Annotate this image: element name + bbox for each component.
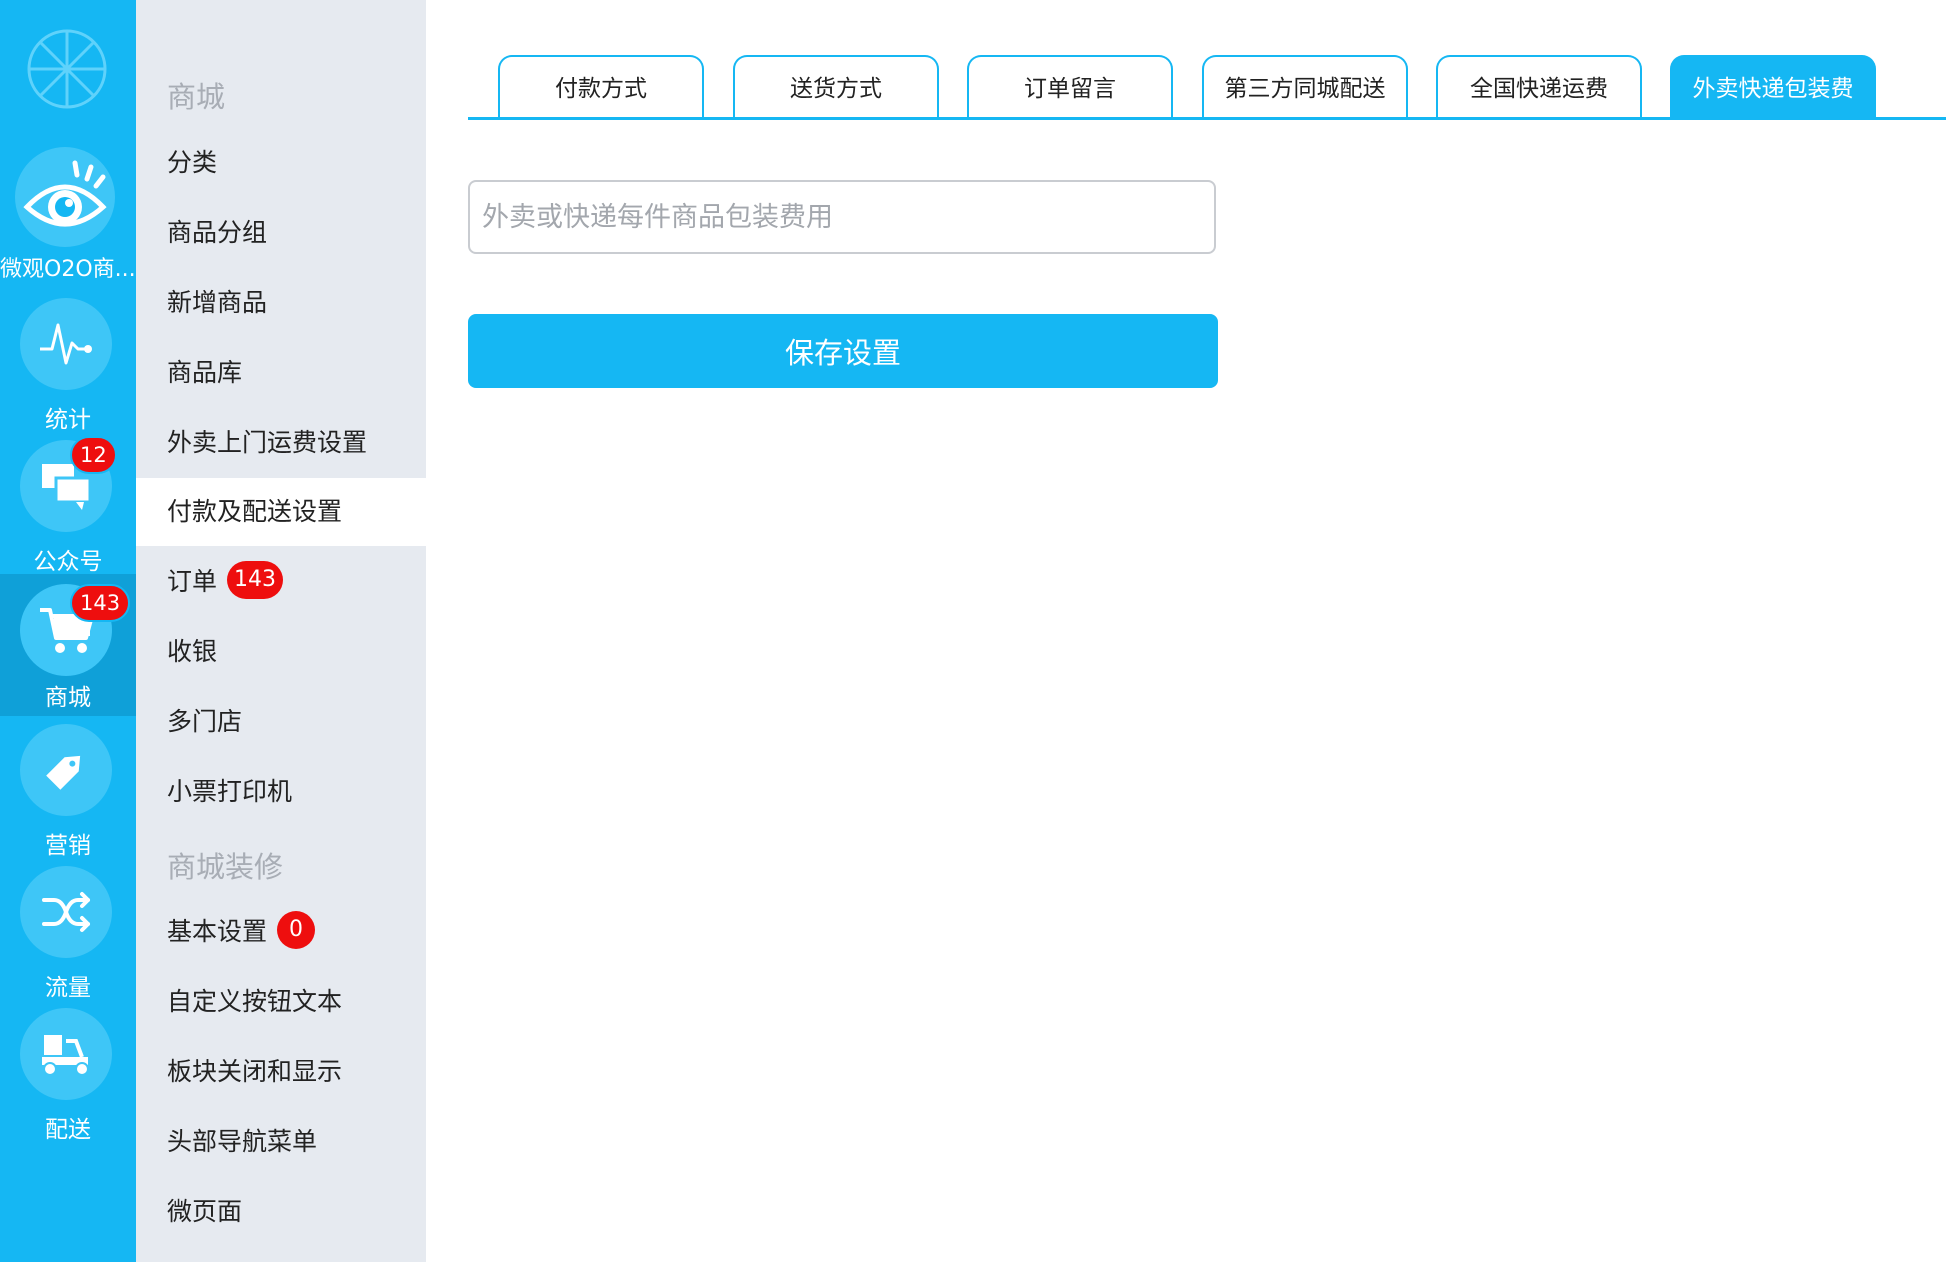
mall-menu: 商城 分类 商品分组 新增商品 商品库 外卖上门运费设置 付款及配送设置 订单 1…	[136, 0, 426, 1262]
rail-marketing-label: 营销	[45, 833, 91, 859]
tag-icon	[46, 755, 81, 790]
menu-item-header-nav[interactable]: 头部导航菜单	[136, 1108, 426, 1176]
eye-icon	[23, 160, 107, 227]
rail-stats-label: 统计	[45, 407, 91, 433]
tab-packaging-fee[interactable]: 外卖快递包装费	[1670, 55, 1876, 117]
rail-item-mall[interactable]: 143 商城	[0, 574, 136, 716]
rail-item-traffic[interactable]: 流量	[0, 866, 136, 1008]
menu-item-takeout-shipping[interactable]: 外卖上门运费设置	[136, 409, 426, 477]
basic-settings-badge: 0	[277, 911, 316, 949]
shuffle-icon	[42, 892, 90, 932]
menu-item-cashier[interactable]: 收银	[136, 618, 426, 686]
rail-item-official-account[interactable]: 12 公众号	[0, 436, 136, 582]
menu-item-basic-settings-label: 基本设置	[167, 917, 268, 946]
rail-stats-circle	[20, 298, 112, 390]
rail-marketing-circle	[20, 724, 112, 816]
pulse-icon	[40, 323, 92, 365]
packaging-fee-input[interactable]	[468, 180, 1216, 254]
menu-item-orders-label: 订单	[167, 567, 218, 596]
tab-national-express-fee[interactable]: 全国快递运费	[1436, 55, 1642, 117]
menu-section-decoration: 商城装修	[167, 850, 284, 884]
scooter-icon	[42, 1035, 89, 1076]
rail-app-label: 微观O2O商...	[0, 257, 136, 282]
tab-third-party-local-delivery[interactable]: 第三方同城配送	[1202, 55, 1408, 117]
tab-payment-method[interactable]: 付款方式	[498, 55, 704, 117]
icon-rail: 微观O2O商... 统计 12 公众号 143 商城 营销 流量 配送	[0, 0, 136, 1262]
rail-item-stats[interactable]: 统计	[0, 298, 136, 440]
rail-item-marketing[interactable]: 营销	[0, 724, 136, 866]
menu-item-micro-page[interactable]: 微页面	[136, 1178, 426, 1246]
menu-item-multi-store[interactable]: 多门店	[136, 688, 426, 756]
rail-traffic-label: 流量	[45, 975, 91, 1001]
rail-traffic-circle	[20, 866, 112, 958]
menu-item-category[interactable]: 分类	[136, 129, 426, 197]
save-settings-button[interactable]: 保存设置	[468, 314, 1218, 388]
menu-item-payment-delivery[interactable]: 付款及配送设置	[136, 478, 426, 546]
tabs-underline	[468, 117, 1946, 120]
rail-delivery-circle	[20, 1008, 112, 1100]
rail-app-item[interactable]: 微观O2O商...	[0, 147, 136, 289]
menu-item-add-product[interactable]: 新增商品	[136, 269, 426, 337]
rail-mall-label: 商城	[45, 685, 91, 711]
menu-section-mall: 商城	[167, 80, 226, 114]
rail-official-label: 公众号	[33, 549, 103, 575]
menu-item-block-visibility[interactable]: 板块关闭和显示	[136, 1038, 426, 1106]
menu-item-custom-button-text[interactable]: 自定义按钮文本	[136, 968, 426, 1036]
rail-delivery-label: 配送	[45, 1117, 91, 1143]
menu-item-product-group[interactable]: 商品分组	[136, 199, 426, 267]
app-avatar	[15, 147, 115, 247]
tab-delivery-method[interactable]: 送货方式	[733, 55, 939, 117]
menu-item-basic-settings[interactable]: 基本设置 0	[136, 898, 426, 966]
orders-badge: 143	[227, 561, 284, 599]
menu-item-product-library[interactable]: 商品库	[136, 339, 426, 407]
menu-item-orders[interactable]: 订单 143	[136, 548, 426, 616]
rail-official-badge: 12	[70, 436, 117, 474]
rail-mall-badge: 143	[70, 584, 131, 622]
tab-order-message[interactable]: 订单留言	[967, 55, 1173, 117]
menu-item-receipt-printer[interactable]: 小票打印机	[136, 758, 426, 826]
wheel-logo-icon	[27, 29, 107, 109]
rail-item-delivery[interactable]: 配送	[0, 1008, 136, 1150]
